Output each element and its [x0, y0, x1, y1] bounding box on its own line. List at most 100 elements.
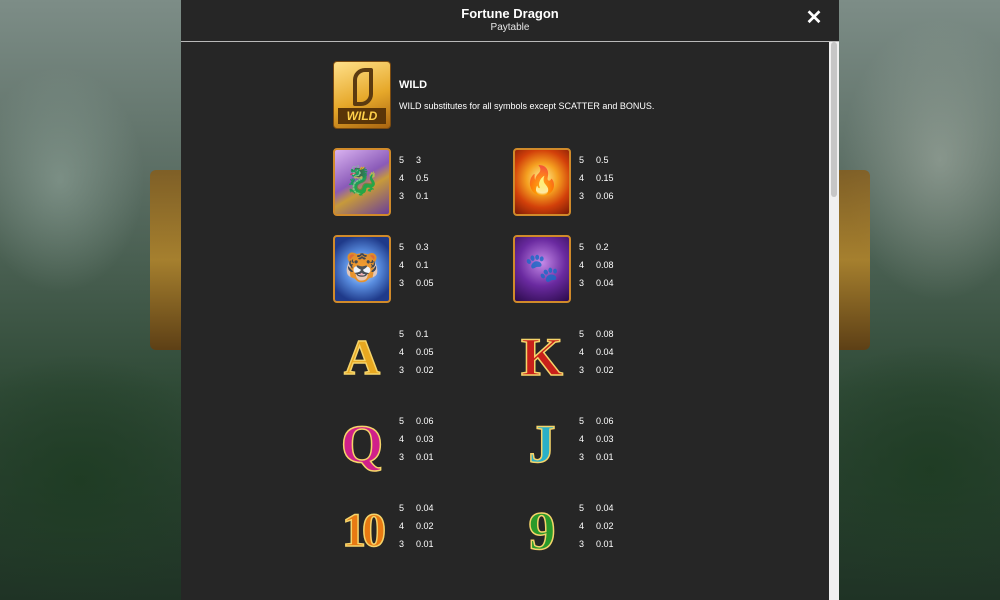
payout-value: 0.1 — [416, 191, 429, 201]
payout-value: 0.01 — [416, 539, 434, 549]
pay-row: 4 0.5 — [399, 173, 459, 191]
pay-row: 3 0.02 — [399, 365, 459, 383]
match-count: 5 — [579, 155, 585, 165]
match-count: 3 — [579, 452, 585, 462]
payout-value: 0.06 — [596, 191, 614, 201]
wild-dragon-icon: WILD — [333, 61, 391, 129]
pay-row: 3 0.01 — [399, 452, 459, 470]
symbol-letter: K — [520, 326, 564, 388]
pay-row: 4 0.02 — [399, 521, 459, 539]
pay-row: 5 0.04 — [399, 503, 459, 521]
payout-value: 0.02 — [416, 365, 434, 375]
pay-row: 3 0.04 — [579, 278, 639, 296]
paytable-entry: Q 5 0.06 4 0.03 3 0.01 — [333, 409, 493, 479]
payout-value: 0.08 — [596, 329, 614, 339]
pay-row: 3 0.05 — [399, 278, 459, 296]
letter-q-icon: Q — [333, 409, 391, 477]
pay-values: 5 3 4 0.5 3 0.1 — [399, 155, 459, 209]
pay-row: 4 0.05 — [399, 347, 459, 365]
match-count: 3 — [399, 452, 405, 462]
match-count: 5 — [579, 329, 585, 339]
paytable-entry: 9 5 0.04 4 0.02 3 0.01 — [513, 496, 673, 566]
paytable-panel: Fortune Dragon Paytable ✕ WILD WILD WILD… — [181, 0, 839, 600]
payout-value: 0.1 — [416, 329, 429, 339]
pay-values: 5 0.06 4 0.03 3 0.01 — [399, 416, 459, 470]
payout-value: 0.03 — [416, 434, 434, 444]
paytable-entry: 🐾 5 0.2 4 0.08 3 0.04 — [513, 235, 673, 305]
paytable-entry: J 5 0.06 4 0.03 3 0.01 — [513, 409, 673, 479]
number-9-icon: 9 — [513, 496, 571, 564]
black-panther-icon: 🐾 — [513, 235, 571, 303]
payout-value: 0.2 — [596, 242, 609, 252]
wild-title: WILD — [399, 79, 428, 91]
pay-row: 3 0.1 — [399, 191, 459, 209]
letter-a-icon: A — [333, 322, 391, 390]
pay-values: 5 0.2 4 0.08 3 0.04 — [579, 242, 639, 296]
match-count: 3 — [579, 365, 585, 375]
letter-j-icon: J — [513, 409, 571, 477]
payout-value: 0.3 — [416, 242, 429, 252]
pay-row: 4 0.03 — [579, 434, 639, 452]
pay-row: 3 0.01 — [399, 539, 459, 557]
close-icon[interactable]: ✕ — [803, 7, 825, 29]
match-count: 4 — [579, 347, 585, 357]
match-count: 5 — [399, 155, 405, 165]
match-count: 4 — [579, 260, 585, 270]
payout-value: 0.01 — [416, 452, 434, 462]
match-count: 4 — [579, 521, 585, 531]
payout-value: 0.1 — [416, 260, 429, 270]
pay-row: 3 0.02 — [579, 365, 639, 383]
scrollbar-thumb[interactable] — [831, 42, 837, 197]
match-count: 4 — [399, 434, 405, 444]
match-count: 3 — [579, 191, 585, 201]
pay-values: 5 0.3 4 0.1 3 0.05 — [399, 242, 459, 296]
payout-value: 0.06 — [596, 416, 614, 426]
pay-row: 3 0.06 — [579, 191, 639, 209]
phoenix-icon: 🔥 — [513, 148, 571, 216]
pay-row: 5 0.06 — [399, 416, 459, 434]
match-count: 3 — [579, 278, 585, 288]
scrollbar[interactable] — [829, 42, 839, 600]
match-count: 4 — [399, 260, 405, 270]
payout-value: 3 — [416, 155, 422, 165]
letter-k-icon: K — [513, 322, 571, 390]
pay-values: 5 0.04 4 0.02 3 0.01 — [399, 503, 459, 557]
pay-row: 5 0.3 — [399, 242, 459, 260]
pay-row: 4 0.15 — [579, 173, 639, 191]
match-count: 3 — [399, 191, 405, 201]
game-title: Fortune Dragon — [461, 6, 559, 21]
payout-value: 0.04 — [596, 278, 614, 288]
paytable-header: Fortune Dragon Paytable ✕ — [181, 0, 839, 42]
match-count: 4 — [399, 521, 405, 531]
payout-value: 0.05 — [416, 347, 434, 357]
paytable-content: WILD WILD WILD substitutes for all symbo… — [181, 42, 829, 600]
symbol-letter: 10 — [341, 503, 387, 558]
match-count: 3 — [399, 365, 405, 375]
pay-row: 4 0.1 — [399, 260, 459, 278]
symbol-letter: Q — [340, 413, 384, 475]
match-count: 4 — [399, 173, 405, 183]
payout-value: 0.03 — [596, 434, 614, 444]
pay-row: 4 0.04 — [579, 347, 639, 365]
match-count: 5 — [579, 416, 585, 426]
match-count: 5 — [399, 242, 405, 252]
pay-row: 4 0.08 — [579, 260, 639, 278]
pay-values: 5 0.5 4 0.15 3 0.06 — [579, 155, 639, 209]
payout-value: 0.04 — [596, 503, 614, 513]
payout-value: 0.06 — [416, 416, 434, 426]
match-count: 4 — [399, 347, 405, 357]
symbol-letter: J — [528, 413, 557, 475]
payout-value: 0.05 — [416, 278, 434, 288]
pay-row: 5 0.08 — [579, 329, 639, 347]
symbol-letter: A — [343, 328, 381, 386]
payout-value: 0.02 — [596, 521, 614, 531]
pay-row: 3 0.01 — [579, 452, 639, 470]
payout-value: 0.08 — [596, 260, 614, 270]
wild-description: WILD substitutes for all symbols except … — [399, 101, 655, 111]
paytable-entry: A 5 0.1 4 0.05 3 0.02 — [333, 322, 493, 392]
pay-row: 3 0.01 — [579, 539, 639, 557]
pay-row: 5 0.5 — [579, 155, 639, 173]
match-count: 4 — [579, 434, 585, 444]
wild-icon-text: WILD — [338, 108, 386, 124]
pay-values: 5 0.1 4 0.05 3 0.02 — [399, 329, 459, 383]
